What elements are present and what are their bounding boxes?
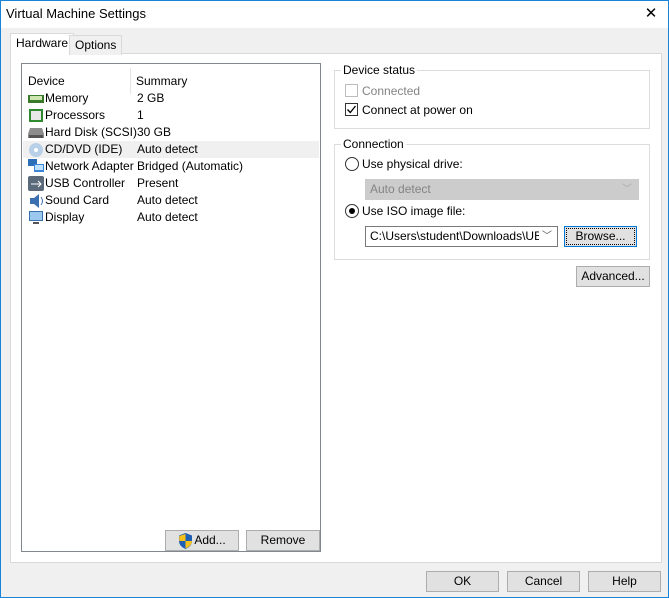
device-summary: Present <box>137 176 179 190</box>
window-title: Virtual Machine Settings <box>6 6 146 21</box>
column-header-device[interactable]: Device <box>28 74 65 88</box>
device-row[interactable]: Hard Disk (SCSI) 30 GB <box>23 124 319 141</box>
connect-at-power-on-checkbox[interactable] <box>345 103 358 116</box>
tab-options[interactable]: Options <box>69 35 123 55</box>
device-summary: 2 GB <box>137 91 165 105</box>
radio-selected-dot <box>349 208 355 214</box>
device-status-title: Device status <box>341 63 418 77</box>
browse-button[interactable]: Browse... <box>564 226 637 247</box>
device-status-group: Device status Connected Connect at power… <box>334 63 650 129</box>
iso-path-value: C:\Users\student\Downloads\UBCD <box>370 229 558 243</box>
connection-group: Connection Use physical drive: Auto dete… <box>334 137 650 260</box>
use-physical-drive-radio[interactable] <box>345 157 359 171</box>
device-name: Memory <box>45 91 89 105</box>
device-name: Hard Disk (SCSI) <box>45 125 138 139</box>
device-name: CD/DVD (IDE) <box>45 142 123 156</box>
usb-icon <box>28 176 44 191</box>
device-name: USB Controller <box>45 176 126 190</box>
device-summary: Auto detect <box>137 142 198 156</box>
device-name: Processors <box>45 108 106 122</box>
connect-at-power-on-label: Connect at power on <box>362 103 473 117</box>
device-row[interactable]: Memory 2 GB <box>23 90 319 107</box>
device-summary: 30 GB <box>137 125 172 139</box>
help-button[interactable]: Help <box>588 571 661 592</box>
network-adapter-icon <box>28 159 44 172</box>
device-name: Display <box>45 210 85 224</box>
cd-dvd-icon <box>29 143 43 157</box>
device-name: Network Adapter <box>45 159 134 173</box>
uac-shield-icon <box>179 533 192 549</box>
use-iso-image-label: Use ISO image file: <box>362 204 466 218</box>
physical-drive-select[interactable]: Auto detect ﹀ <box>365 179 639 200</box>
add-button[interactable]: Add... <box>165 530 239 551</box>
connected-label: Connected <box>362 84 421 98</box>
device-summary: Auto detect <box>137 193 198 207</box>
column-header-summary[interactable]: Summary <box>136 74 187 88</box>
title-bar: Virtual Machine Settings ✕ <box>1 1 668 28</box>
cancel-button[interactable]: Cancel <box>507 571 580 592</box>
device-summary: Bridged (Automatic) <box>137 159 244 173</box>
device-row[interactable]: Network Adapter Bridged (Automatic) <box>23 158 319 175</box>
add-label: Add... <box>194 533 226 547</box>
device-summary: Auto detect <box>137 210 198 224</box>
hard-disk-icon <box>28 128 44 138</box>
use-iso-image-radio[interactable] <box>345 204 359 218</box>
device-row[interactable]: USB Controller Present <box>23 175 319 192</box>
chevron-down-icon: ﹀ <box>622 184 632 195</box>
processor-icon <box>29 109 43 122</box>
memory-icon <box>28 95 44 103</box>
advanced-button[interactable]: Advanced... <box>576 266 650 287</box>
device-list[interactable]: Device Summary Memory 2 GB Processors 1 … <box>21 63 321 552</box>
chevron-down-icon[interactable]: ﹀ <box>539 227 557 246</box>
checkmark-icon <box>347 105 357 114</box>
connection-title: Connection <box>341 137 406 151</box>
use-physical-drive-label: Use physical drive: <box>362 157 463 171</box>
device-name: Sound Card <box>45 193 110 207</box>
remove-button[interactable]: Remove <box>246 530 320 551</box>
connected-checkbox[interactable] <box>345 84 358 97</box>
device-row[interactable]: CD/DVD (IDE) Auto detect <box>23 141 319 158</box>
device-row[interactable]: Processors 1 <box>23 107 319 124</box>
display-icon <box>29 211 43 224</box>
physical-drive-value: Auto detect <box>370 182 431 196</box>
iso-path-combo[interactable]: C:\Users\student\Downloads\UBCD ﹀ <box>365 226 558 247</box>
close-icon[interactable]: ✕ <box>638 4 664 24</box>
vm-settings-window: Virtual Machine Settings ✕ Hardware Opti… <box>0 0 669 598</box>
ok-button[interactable]: OK <box>426 571 499 592</box>
tab-hardware[interactable]: Hardware <box>10 33 75 55</box>
sound-card-icon <box>30 194 43 208</box>
device-summary: 1 <box>137 108 144 122</box>
device-row[interactable]: Display Auto detect <box>23 209 319 226</box>
device-row[interactable]: Sound Card Auto detect <box>23 192 319 209</box>
